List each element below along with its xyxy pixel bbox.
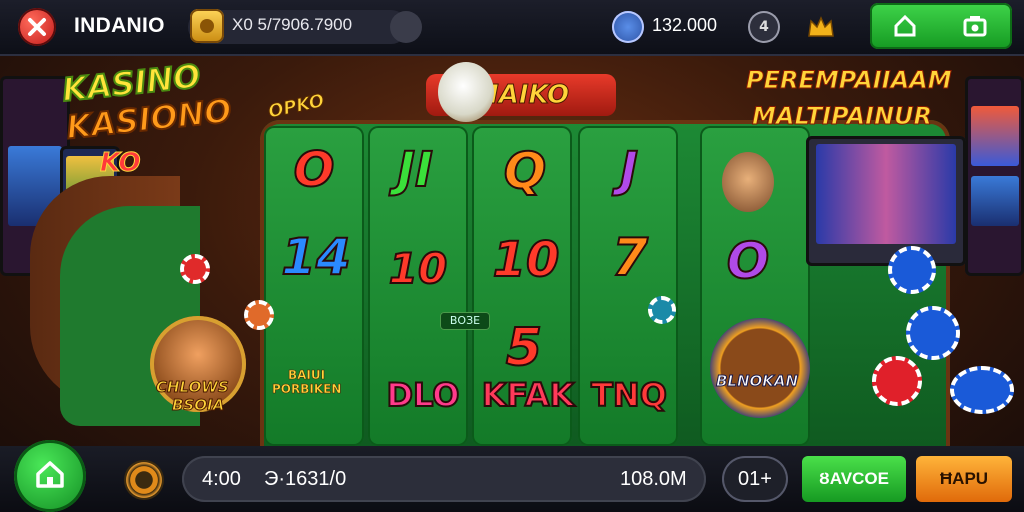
coin-icon (190, 9, 224, 43)
home-button[interactable] (14, 440, 86, 512)
add-coins-icon[interactable] (390, 11, 422, 43)
bet-button[interactable]: 01+ (722, 456, 788, 502)
reel-symbol: 10 (388, 243, 448, 294)
coins-amount: X0 5/7906.7900 (232, 15, 353, 34)
total-value: 108.0M (620, 468, 687, 490)
casino-chip-icon (244, 300, 274, 330)
brand-name: INDANIO (74, 14, 165, 37)
casino-chip-icon (648, 296, 676, 324)
user-badge[interactable]: 4 (748, 11, 780, 43)
home-outline-icon[interactable] (892, 13, 918, 39)
reel-symbol: 7 (611, 227, 649, 289)
balance-amount: 132.000 (652, 15, 718, 35)
mid-label-1: BAIUI (288, 368, 326, 383)
reel-symbol: 10 (492, 231, 561, 289)
reel-symbol: O (293, 141, 336, 199)
reel-symbol: 14 (280, 227, 352, 287)
camera-icon[interactable] (962, 13, 988, 39)
orange-action-button[interactable]: ĦAPU (916, 456, 1012, 502)
casino-chip-icon (950, 366, 1014, 414)
crown-icon[interactable] (806, 12, 836, 42)
feature-slot-machine (806, 136, 966, 266)
reel-symbol: Q (503, 141, 548, 201)
casino-chip-icon (180, 254, 210, 284)
reel-symbol: J (619, 141, 639, 199)
green-action-button[interactable]: ȢAVCOE (802, 456, 906, 502)
casino-chip-icon (888, 246, 936, 294)
background-slot-machine (965, 76, 1024, 276)
win-label: DLO (385, 375, 460, 415)
cowboy-character-icon (722, 152, 774, 212)
game-scene: KASINO KASIONO KO OPKO MAIKO PEREMPAIIAA… (0, 56, 1024, 450)
credit-value: Э·1631/0 (264, 468, 347, 490)
board-badge: OPKO (266, 90, 327, 123)
character-label-2: BSOIA (171, 396, 225, 415)
auto-spin-icon[interactable] (124, 460, 164, 500)
game-time: 4:00 (202, 468, 241, 490)
casino-chip-icon (906, 306, 960, 360)
reel-symbol: 5 (505, 317, 543, 379)
home-icon (36, 461, 64, 488)
casino-chip-icon (872, 356, 922, 406)
chest-label: BLNOKAN (715, 372, 799, 391)
mascot-dog-icon (438, 62, 494, 122)
mid-label-2: PORBIKEN (272, 382, 342, 397)
settings-icon[interactable] (612, 11, 644, 43)
win-label: KFAK (481, 375, 576, 415)
reel-symbol: JI (396, 141, 434, 199)
right-banner-line1: PEREMPAIIAAM (746, 66, 953, 95)
win-label: TNQ (590, 375, 668, 415)
app-logo-icon[interactable] (18, 8, 56, 46)
top-actions-panel (870, 3, 1012, 49)
character-label-1: CHLOWS (156, 378, 230, 397)
reel-tag: ВОЗЕ (440, 312, 490, 330)
treasure-chest-icon (710, 318, 810, 418)
logo-badge: KO (100, 148, 142, 179)
reel-symbol: O (726, 231, 771, 291)
